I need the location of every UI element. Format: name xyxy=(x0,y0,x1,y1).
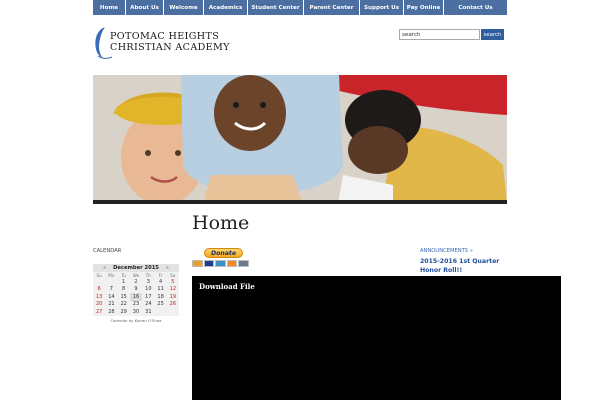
calendar-day[interactable]: 27 xyxy=(93,308,105,316)
calendar-grid: Su Mo Tu We Th Fr Sa 1 2 3 4 5 6 7 8 9 10 11 12 13 14 15 16 17… xyxy=(93,272,179,316)
calendar-day[interactable]: 31 xyxy=(142,308,154,316)
calendar-day[interactable]: 22 xyxy=(118,301,130,309)
calendar-day[interactable]: 2 xyxy=(130,278,142,286)
calendar-empty-cell xyxy=(105,278,117,286)
site-logo[interactable]: Potomac Heights Christian Academy xyxy=(92,25,232,61)
calendar-week-row: 20 21 22 23 24 25 26 xyxy=(93,301,179,309)
calendar-day[interactable]: 13 xyxy=(93,293,105,301)
nav-item-pay-online[interactable]: Pay Online xyxy=(404,0,444,15)
calendar-day[interactable]: 5 xyxy=(167,278,179,286)
nav-item-academics[interactable]: Academics xyxy=(204,0,248,15)
calendar-day[interactable]: 24 xyxy=(142,301,154,309)
calendar-empty-cell xyxy=(93,278,105,286)
calendar-day[interactable]: 29 xyxy=(118,308,130,316)
calendar-header: « December 2015 » xyxy=(93,264,179,272)
calendar-week-row: 27 28 29 30 31 xyxy=(93,308,179,316)
nav-item-contact-us[interactable]: Contact Us xyxy=(444,0,507,15)
calendar-day[interactable]: 12 xyxy=(167,286,179,294)
nav-item-student-center[interactable]: Student Center xyxy=(248,0,304,15)
nav-item-about-us[interactable]: About Us xyxy=(126,0,164,15)
calendar-day[interactable]: 20 xyxy=(93,301,105,309)
calendar-week-row: 13 14 15 16 17 18 19 xyxy=(93,293,179,301)
banner-illustration xyxy=(93,75,507,204)
echeck-icon xyxy=(238,260,249,267)
calendar-next-button[interactable]: » xyxy=(166,265,169,271)
calendar-credit[interactable]: Calendar by Kieran O'Shea xyxy=(93,318,179,323)
calendar-day[interactable]: 11 xyxy=(154,286,166,294)
calendar-day[interactable]: 10 xyxy=(142,286,154,294)
calendar-day[interactable]: 14 xyxy=(105,293,117,301)
calendar-day[interactable]: 23 xyxy=(130,301,142,309)
calendar-day[interactable]: 19 xyxy=(167,293,179,301)
logo-line-2: Christian Academy xyxy=(110,42,230,53)
page-title: Home xyxy=(192,212,250,234)
visa-icon xyxy=(203,260,214,267)
nav-item-home[interactable]: Home xyxy=(93,0,126,15)
banner-photo xyxy=(93,75,507,204)
calendar-widget: « December 2015 » Su Mo Tu We Th Fr Sa 1234567… xyxy=(93,264,179,316)
calendar-day[interactable]: 26 xyxy=(167,301,179,309)
mastercard-icon xyxy=(192,260,203,267)
calendar-day[interactable]: 7 xyxy=(105,286,117,294)
calendar-day[interactable]: 1 xyxy=(118,278,130,286)
calendar-day[interactable]: 6 xyxy=(93,286,105,294)
banner-divider xyxy=(93,200,507,204)
calendar-week-row: 12345 xyxy=(93,278,179,286)
announcements-link[interactable]: ANNOUNCEMENTS » xyxy=(420,248,473,254)
announcement-title-link[interactable]: 2015-2016 1st Quarter Honor Roll!! xyxy=(420,258,512,275)
download-file-link[interactable]: Download File xyxy=(199,282,255,291)
calendar-day[interactable]: 28 xyxy=(105,308,117,316)
search-input[interactable] xyxy=(399,29,480,40)
calendar-day[interactable]: 4 xyxy=(154,278,166,286)
discover-icon xyxy=(226,260,237,267)
download-panel xyxy=(192,276,561,400)
calendar-day[interactable]: 18 xyxy=(154,293,166,301)
calendar-day[interactable]: 8 xyxy=(118,286,130,294)
calendar-day[interactable]: 16 xyxy=(129,293,143,301)
nav-item-parent-center[interactable]: Parent Center xyxy=(304,0,360,15)
payment-cards xyxy=(192,260,249,267)
logo-line-1: Potomac Heights xyxy=(110,31,220,42)
calendar-day[interactable]: 3 xyxy=(142,278,154,286)
calendar-week-row: 6 7 8 9 10 11 12 xyxy=(93,286,179,294)
nav-item-welcome[interactable]: Welcome xyxy=(164,0,204,15)
calendar-empty-cell xyxy=(154,308,166,316)
calendar-day[interactable]: 25 xyxy=(154,301,166,309)
calendar-day[interactable]: 17 xyxy=(142,293,154,301)
amex-icon xyxy=(215,260,226,267)
calendar-month: December 2015 xyxy=(113,265,159,271)
calendar-day[interactable]: 21 xyxy=(105,301,117,309)
calendar-day[interactable]: 30 xyxy=(130,308,142,316)
calendar-prev-button[interactable]: « xyxy=(103,265,106,271)
calendar-heading: CALENDAR xyxy=(93,248,122,254)
top-navigation: Home About Us Welcome Academics Student … xyxy=(93,0,507,15)
calendar-day[interactable]: 15 xyxy=(118,293,130,301)
nav-item-support-us[interactable]: Support Us xyxy=(360,0,404,15)
donate-button[interactable]: Donate xyxy=(204,248,243,258)
calendar-empty-cell xyxy=(167,308,179,316)
calendar-day[interactable]: 9 xyxy=(130,286,142,294)
search-button[interactable]: search xyxy=(481,29,504,40)
